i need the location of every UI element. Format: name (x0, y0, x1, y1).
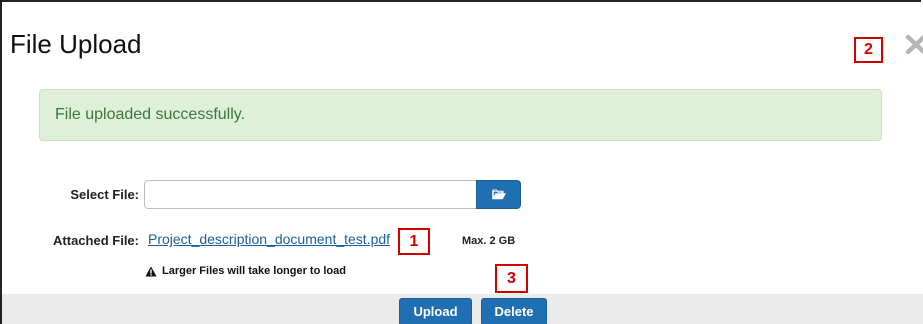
callout-2: 2 (854, 37, 883, 63)
close-icon[interactable] (905, 33, 923, 55)
callout-3: 3 (495, 264, 528, 293)
file-size-warning: Larger Files will take longer to load (145, 265, 346, 277)
success-alert-message: File uploaded successfully. (55, 106, 246, 123)
upload-button[interactable]: Upload (399, 298, 472, 324)
callout-1: 1 (398, 228, 430, 255)
success-alert: File uploaded successfully. (39, 89, 882, 141)
close-icon-graphic (905, 34, 923, 55)
select-file-input[interactable] (144, 180, 477, 209)
max-size-text: Max. 2 GB (462, 235, 516, 247)
dialog-title: File Upload (10, 29, 142, 59)
select-file-label: Select File: (70, 187, 139, 202)
warning-icon (145, 266, 157, 276)
attached-file-link[interactable]: Project_description_document_test.pdf (148, 231, 390, 247)
browse-file-button[interactable] (476, 180, 521, 209)
file-upload-dialog: File Upload 2 File uploaded successfully… (0, 0, 923, 324)
folder-open-icon (491, 189, 506, 200)
warning-text: Larger Files will take longer to load (162, 265, 346, 277)
attached-file-label: Attached File: (53, 233, 139, 248)
delete-button[interactable]: Delete (481, 298, 547, 324)
page: File Upload 2 File uploaded successfully… (0, 0, 923, 324)
